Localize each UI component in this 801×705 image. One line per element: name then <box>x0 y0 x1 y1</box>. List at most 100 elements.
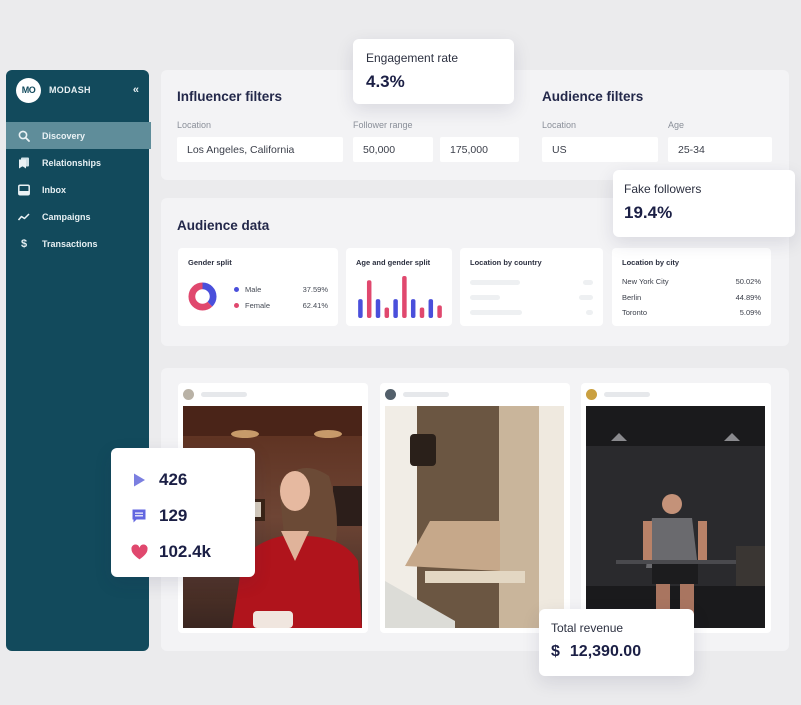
total-revenue-title: Total revenue <box>551 621 624 635</box>
double-chevron-left-icon[interactable]: « <box>133 84 139 96</box>
total-revenue-value: $12,390.00 <box>551 643 682 661</box>
sidebar-item-relationships[interactable]: Relationships <box>6 149 149 176</box>
age-gender-split-title: Age and gender split <box>356 258 431 267</box>
comments-stat: 129 <box>129 498 237 534</box>
gym-athlete-photo <box>586 406 765 628</box>
age-gender-bar-chart <box>358 276 442 318</box>
fake-followers-title: Fake followers <box>624 182 702 196</box>
sidebar-item-campaigns[interactable]: Campaigns <box>6 203 149 230</box>
heart-icon <box>129 542 149 562</box>
bar-female-7 <box>419 307 425 318</box>
brand-name: MODASH <box>49 85 91 95</box>
legend-male-label: Male <box>245 285 262 294</box>
sidebar-item-label: Inbox <box>42 184 66 195</box>
avatar <box>385 389 396 400</box>
username-placeholder <box>201 392 247 397</box>
posts-panel <box>161 368 789 651</box>
legend-female-label: Female <box>245 301 271 310</box>
country-row-placeholder <box>470 295 593 300</box>
gender-split-title: Gender split <box>188 258 232 267</box>
revenue-amount: 12,390.00 <box>569 643 642 660</box>
views-stat: 426 <box>129 462 237 498</box>
influencer-filters-title: Influencer filters <box>177 89 283 104</box>
city-name: Berlin <box>622 293 642 302</box>
influencer-location-label: Location <box>177 120 212 130</box>
bookmarks-icon <box>17 156 31 170</box>
username-placeholder <box>604 392 650 397</box>
legend-female-value: 62.41% <box>302 301 328 310</box>
audience-location-label: Location <box>542 120 577 130</box>
gender-split-card: Gender split Male 37.59% Female 62.41% <box>178 248 338 326</box>
sidebar-nav: Discovery Relationships Inbox Campaigns … <box>6 122 151 257</box>
chair-interior-photo <box>385 406 564 628</box>
sidebar-item-inbox[interactable]: Inbox <box>6 176 149 203</box>
username-placeholder <box>403 392 449 397</box>
fake-followers-card: Fake followers 19.4% <box>613 170 795 237</box>
engagement-rate-value: 4.3% <box>366 72 405 91</box>
post-header <box>380 383 570 406</box>
views-value: 426 <box>159 470 188 489</box>
city-name: New York City <box>622 277 669 286</box>
sidebar-item-discovery[interactable]: Discovery <box>6 122 151 149</box>
country-row-placeholder <box>470 280 593 285</box>
bar-female-9 <box>437 305 442 318</box>
sidebar-item-label: Discovery <box>42 130 86 141</box>
avatar <box>586 389 597 400</box>
search-icon <box>17 129 31 143</box>
comments-value: 129 <box>159 506 188 525</box>
follower-range-label: Follower range <box>353 120 413 130</box>
inbox-icon <box>17 183 31 197</box>
brand: MO MODASH « <box>6 70 149 110</box>
female-dot <box>234 303 239 308</box>
post-stats-card: 426 129 102.4k <box>111 448 255 577</box>
city-row: Toronto 5.09% <box>622 308 761 317</box>
avatar <box>183 389 194 400</box>
audience-filters-title: Audience filters <box>542 89 644 104</box>
bar-male-0 <box>358 299 363 318</box>
age-gender-split-card: Age and gender split <box>346 248 452 326</box>
fake-followers-value: 19.4% <box>624 203 673 222</box>
legend-female: Female 62.41% <box>234 301 328 310</box>
age-input[interactable]: 25-34 <box>668 137 772 162</box>
sidebar-item-label: Campaigns <box>42 211 91 222</box>
sidebar-item-label: Transactions <box>42 238 98 249</box>
brand-logo: MO <box>16 77 41 103</box>
sidebar-item-transactions[interactable]: $ Transactions <box>6 230 149 257</box>
city-value: 50.02% <box>735 277 761 286</box>
legend-male: Male 37.59% <box>234 285 328 294</box>
location-by-city-card: Location by city New York City 50.02% Be… <box>612 248 771 326</box>
gender-donut-chart <box>188 282 217 311</box>
audience-data-title: Audience data <box>177 218 270 233</box>
location-by-country-card: Location by country <box>460 248 603 326</box>
trend-line-icon <box>17 210 31 224</box>
location-by-city-title: Location by city <box>622 258 680 267</box>
post-header <box>581 383 771 406</box>
bar-male-4 <box>393 299 398 318</box>
sidebar-item-label: Relationships <box>42 157 102 168</box>
likes-stat: 102.4k <box>129 534 237 570</box>
currency-symbol: $ <box>551 643 560 660</box>
dollar-icon: $ <box>20 237 28 250</box>
post-header <box>178 383 368 406</box>
comment-icon <box>129 506 149 526</box>
age-label: Age <box>668 120 685 130</box>
engagement-rate-card: Engagement rate 4.3% <box>353 39 514 104</box>
country-row-placeholder <box>470 310 593 315</box>
total-revenue-card: Total revenue $12,390.00 <box>539 609 694 676</box>
bar-female-1 <box>366 280 372 318</box>
bar-female-5 <box>402 276 407 318</box>
bar-female-3 <box>384 307 390 318</box>
follower-min-input[interactable]: 50,000 <box>353 137 433 162</box>
audience-location-input[interactable]: US <box>542 137 658 162</box>
post-card[interactable] <box>380 383 570 633</box>
city-value: 44.89% <box>735 293 761 302</box>
legend-male-value: 37.59% <box>302 285 328 294</box>
city-value: 5.09% <box>739 308 761 317</box>
engagement-rate-title: Engagement rate <box>366 51 459 65</box>
follower-max-input[interactable]: 175,000 <box>440 137 519 162</box>
influencer-location-input[interactable]: Los Angeles, California <box>177 137 343 162</box>
location-by-country-title: Location by country <box>470 258 542 267</box>
play-icon <box>129 470 149 490</box>
bar-male-8 <box>428 299 434 318</box>
post-card[interactable] <box>581 383 771 633</box>
